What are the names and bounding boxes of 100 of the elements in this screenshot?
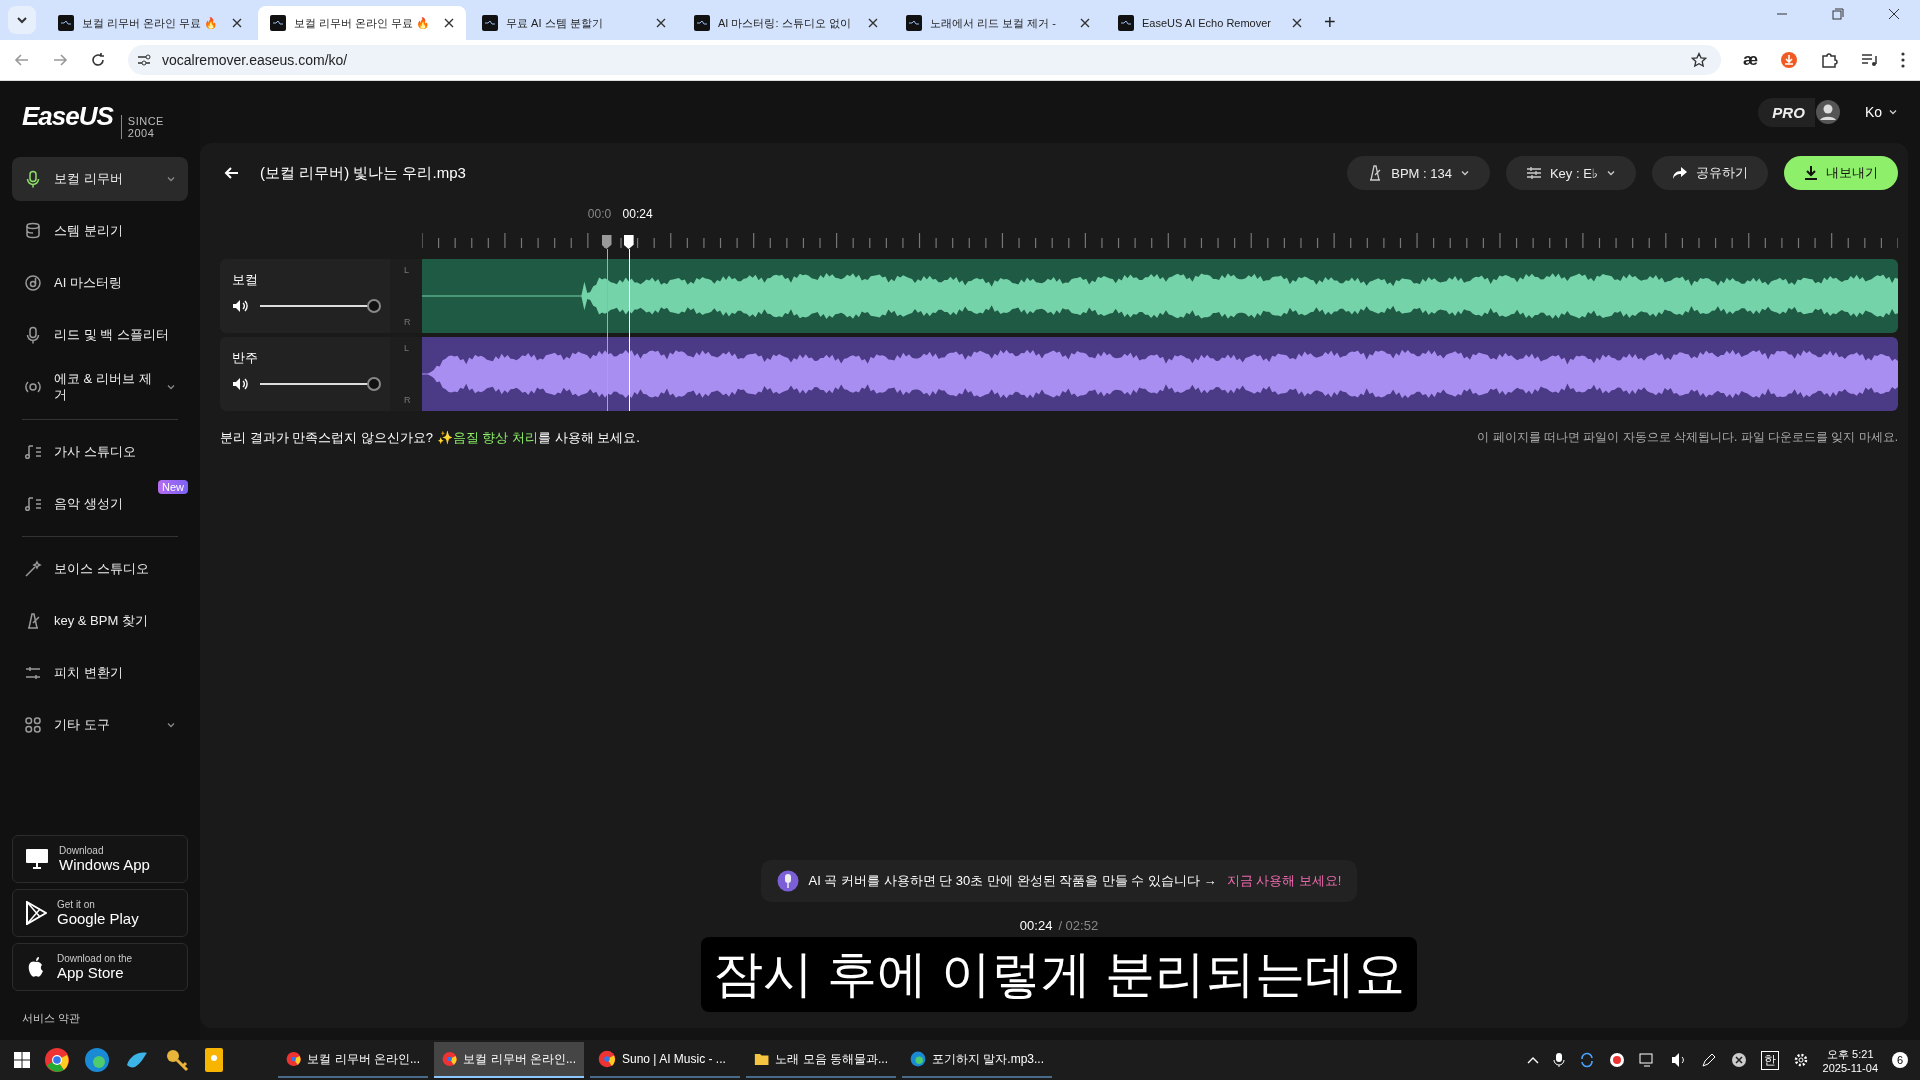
forward-icon[interactable] [52,52,68,68]
sidebar-item[interactable]: 음악 생성기 New [12,482,188,526]
chevron-down-icon [1888,107,1898,117]
close-icon[interactable] [656,18,666,28]
close-icon[interactable] [868,18,878,28]
address-field[interactable]: vocalremover.easeus.com/ko/ [128,45,1721,75]
terms-link[interactable]: 서비스 약관 [12,991,188,1040]
sidebar-item[interactable]: 에코 & 리버브 제거 [12,365,188,409]
puzzle-icon[interactable] [1820,51,1838,69]
sidebar-item[interactable]: 리드 및 백 스플리터 [12,313,188,357]
pro-badge[interactable]: PRO [1758,97,1815,127]
site-settings-icon[interactable] [136,52,152,68]
playhead-handle[interactable] [623,235,634,249]
sidebar-item[interactable]: 스템 분리기 [12,209,188,253]
share-button[interactable]: 공유하기 [1652,156,1768,190]
sidebar-item[interactable]: 가사 스튜디오 [12,430,188,474]
taskbar-app[interactable]: 노래 모음 동해물과... [746,1042,896,1078]
speaker-icon[interactable] [232,377,248,391]
browser-tab[interactable]: AI 마스터링: 스튜디오 없이 [682,6,890,40]
download-icon[interactable] [1780,51,1798,69]
windows-start-icon[interactable] [14,1052,30,1068]
volume-slider[interactable] [260,377,378,391]
close-icon[interactable] [1888,8,1900,20]
store-button[interactable]: Download on the App Store [12,943,188,991]
avatar-icon[interactable] [1814,99,1841,125]
channel-label: L [404,343,410,353]
enhance-link[interactable]: 음질 향상 처리 [452,430,538,445]
file-name: (보컬 리무버) 빛나는 우리.mp3 [260,163,466,183]
taskbar-app[interactable]: Suno | AI Music - ... [590,1042,740,1078]
volume-icon[interactable] [1670,1052,1687,1068]
media-icon[interactable] [1860,51,1878,69]
store-button[interactable]: Get it on Google Play [12,889,188,937]
browser-icon[interactable] [44,1047,70,1073]
close-icon[interactable] [1080,18,1090,28]
folder-icon [754,1051,770,1067]
chevron-down-icon [1606,168,1616,178]
taskbar-app[interactable]: 보컬 리무버 온라인... [278,1042,428,1078]
extension-button[interactable]: æ [1742,50,1758,70]
sidebar-item[interactable]: 보이스 스튜디오 [12,547,188,591]
chevron-down-icon [1459,168,1470,178]
browser-tab[interactable]: EaseUS AI Echo Remover [1106,6,1314,40]
tab-title: 보컬 리무버 온라인 무료 🔥 [82,15,220,31]
settings-icon[interactable] [1792,1052,1809,1068]
sidebar-item[interactable]: AI 마스터링 [12,261,188,305]
tab-title: AI 마스터링: 스튜디오 없이 [718,15,852,31]
delete-warning: 이 페이지를 떠나면 파일이 자동으로 삭제됩니다. 파일 다운로드를 잊지 마세요. [1477,429,1898,446]
notification-button[interactable]: 6 [1892,1052,1908,1068]
input-method-indicator[interactable]: 한 [1760,1050,1779,1070]
back-icon[interactable] [14,52,30,68]
sidebar-item[interactable]: 보컬 리무버 [12,157,188,201]
browser-tab[interactable]: 보컬 리무버 온라인 무료 🔥 [258,6,466,40]
logo[interactable]: EaseUS [22,101,113,132]
browser-icon[interactable] [84,1047,110,1073]
subtitle-caption: 잠시 후에 이렇게 분리되는데요 [701,937,1417,1012]
bpm-dropdown[interactable]: BPM : 134 [1347,156,1490,190]
microphone-icon [776,870,799,892]
speaker-icon[interactable] [232,299,248,313]
close-circle-icon[interactable] [1730,1052,1747,1068]
sliders-icon [1525,165,1542,181]
language-selector[interactable]: Ko [1864,104,1898,120]
lyrics-icon [24,443,42,461]
track-name: 보컬 [232,271,259,289]
sidebar-item[interactable]: key & BPM 찾기 [12,599,188,643]
clock-time: 오후 5:21 [1827,1046,1874,1062]
chevron-up-icon[interactable] [1526,1055,1539,1065]
taskbar-app[interactable]: 포기하지 말자.mp3... [902,1042,1052,1078]
sidebar-item[interactable]: 기타 도구 [12,703,188,747]
note-icon[interactable] [204,1047,224,1073]
browser-tab[interactable]: 노래에서 리드 보컬 제거 - [894,6,1102,40]
key-icon[interactable] [164,1047,190,1073]
start-marker[interactable] [601,235,612,249]
store-button[interactable]: Download Windows App [12,835,188,883]
promo-text: AI 곡 커버를 사용하면 단 30초 만에 완성된 작품을 만들 수 있습니다 → [808,872,1217,890]
star-icon[interactable] [1690,52,1707,68]
browser-tab[interactable]: 보컬 리무버 온라인 무료 🔥 [46,6,254,40]
sync-icon[interactable] [1578,1052,1595,1068]
new-tab-button[interactable]: + [1324,11,1336,34]
pen-icon[interactable] [1700,1052,1717,1068]
sidebar-item[interactable]: 피치 변환기 [12,651,188,695]
volume-slider[interactable] [260,299,378,313]
export-button[interactable]: 내보내기 [1784,156,1898,190]
key-dropdown[interactable]: Key : E♭ [1505,156,1636,190]
close-icon[interactable] [232,18,242,28]
timeline-ruler[interactable] [422,231,1898,251]
restore-icon[interactable] [1832,8,1844,20]
track-name: 반주 [232,349,259,367]
stack-icon [24,222,42,240]
close-icon[interactable] [444,18,454,28]
close-icon[interactable] [1292,18,1302,28]
tab-title: 노래에서 리드 보컬 제거 - [930,15,1057,31]
microphone-icon[interactable] [1552,1052,1565,1068]
browser-tab[interactable]: 무료 AI 스템 분할기 [470,6,678,40]
reload-icon[interactable] [90,52,106,68]
record-icon[interactable] [1608,1052,1625,1068]
sliders-icon [24,664,42,682]
tab-search-button[interactable] [8,6,36,34]
taskbar-app[interactable]: 보컬 리무버 온라인... [434,1042,584,1078]
more-icon[interactable] [1900,51,1906,69]
promo-link[interactable]: 지금 사용해 보세요! [1226,872,1342,890]
new-badge: New [158,480,188,494]
